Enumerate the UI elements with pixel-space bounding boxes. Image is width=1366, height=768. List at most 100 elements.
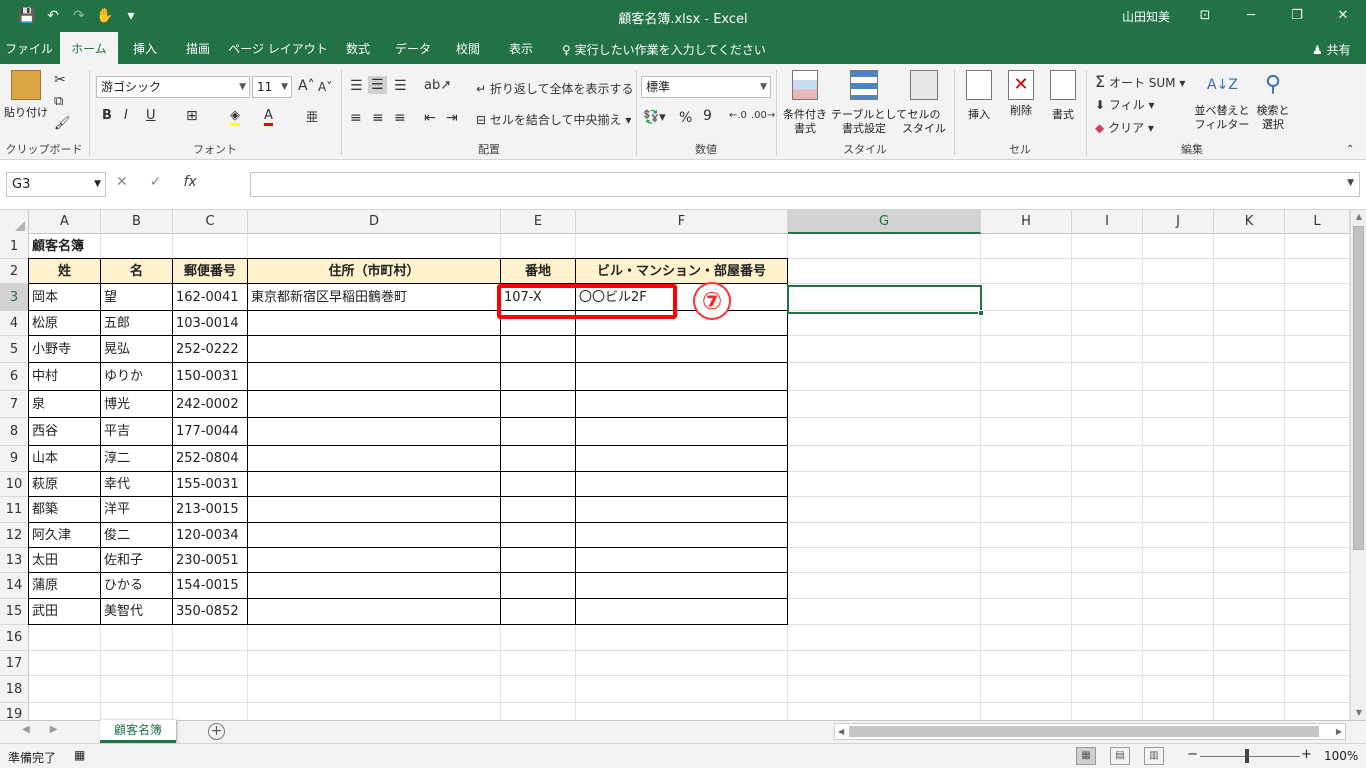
zoom-level[interactable]: 100%	[1324, 749, 1358, 763]
macro-record-icon[interactable]: ▦	[74, 748, 85, 762]
column-header-h[interactable]: H	[981, 210, 1072, 234]
grid-cell[interactable]	[1285, 523, 1350, 548]
table-cell[interactable]	[575, 445, 788, 472]
orientation-icon[interactable]: ab↗	[424, 78, 451, 93]
grid-cell[interactable]	[981, 497, 1072, 523]
grid-cell[interactable]	[1285, 234, 1350, 259]
grid-cell[interactable]	[1072, 311, 1143, 336]
table-cell[interactable]: 松原	[28, 310, 101, 336]
delete-cells-button[interactable]: ✕ 削除	[1001, 70, 1041, 118]
grid-cell[interactable]	[1072, 363, 1143, 391]
number-format-combo[interactable]: 標準 ▼	[641, 76, 771, 98]
grid-cell[interactable]	[29, 651, 101, 676]
row-header-8[interactable]: 8	[0, 418, 29, 446]
grid-cell[interactable]	[981, 625, 1072, 651]
grid-cell[interactable]	[1072, 418, 1143, 446]
grid-cell[interactable]	[1143, 363, 1214, 391]
grid-cell[interactable]	[501, 234, 576, 259]
sheet-tab-active[interactable]: 顧客名簿	[100, 720, 176, 743]
grid-cell[interactable]	[788, 472, 981, 497]
grid-cell[interactable]	[788, 336, 981, 363]
table-cell[interactable]: 小野寺	[28, 335, 101, 363]
row-header-14[interactable]: 14	[0, 573, 29, 599]
grid-cell[interactable]	[1072, 446, 1143, 472]
table-cell[interactable]: 都築	[28, 496, 101, 523]
row-header-6[interactable]: 6	[0, 363, 29, 391]
user-name[interactable]: 山田知美	[1122, 8, 1170, 25]
grid-cell[interactable]	[1285, 284, 1350, 311]
share-button[interactable]: ♟ 共有	[1312, 41, 1351, 58]
sheet-title-cell[interactable]: 顧客名簿	[29, 234, 101, 259]
grid-cell[interactable]	[1214, 391, 1285, 418]
table-cell[interactable]	[500, 547, 576, 573]
row-header-11[interactable]: 11	[0, 497, 29, 523]
grid-cell[interactable]	[1285, 311, 1350, 336]
table-cell[interactable]	[500, 417, 576, 446]
row-header-19[interactable]: 19	[0, 703, 29, 720]
grid-cell[interactable]	[788, 311, 981, 336]
table-cell[interactable]: 平吉	[100, 417, 173, 446]
row-header-18[interactable]: 18	[0, 676, 29, 703]
grid-cell[interactable]	[1072, 651, 1143, 676]
table-cell[interactable]	[247, 310, 501, 336]
font-color-icon[interactable]: A	[264, 108, 273, 126]
grid-cell[interactable]	[981, 703, 1072, 720]
grid-cell[interactable]	[1143, 651, 1214, 676]
grid-cell[interactable]	[981, 676, 1072, 703]
grid-cell[interactable]	[1214, 284, 1285, 311]
table-cell[interactable]: 西谷	[28, 417, 101, 446]
grid-cell[interactable]	[981, 311, 1072, 336]
grid-cell[interactable]	[788, 234, 981, 259]
grid-cell[interactable]	[101, 625, 173, 651]
comma-style-button[interactable]: 9	[703, 108, 712, 124]
grid-cell[interactable]	[1072, 523, 1143, 548]
align-bottom-icon[interactable]: ☰	[394, 78, 407, 94]
grid-cell[interactable]	[1072, 234, 1143, 259]
table-cell[interactable]: 阿久津	[28, 522, 101, 548]
grid-cell[interactable]	[1143, 497, 1214, 523]
grid-cell[interactable]	[1214, 446, 1285, 472]
scroll-thumb[interactable]	[849, 726, 1319, 737]
horizontal-scrollbar[interactable]: ◀ ▶	[834, 723, 1346, 740]
grid-cell[interactable]	[1143, 336, 1214, 363]
grid-cell[interactable]	[1143, 625, 1214, 651]
cell-styles-button[interactable]: セルの スタイル	[899, 70, 949, 136]
grid-cell[interactable]	[1072, 497, 1143, 523]
ribbon-display-icon[interactable]: ⊡	[1182, 0, 1228, 32]
grid-cell[interactable]	[1143, 523, 1214, 548]
sort-filter-button[interactable]: A↓Z 並べ替えと フィルター	[1193, 70, 1251, 132]
grid-cell[interactable]	[981, 523, 1072, 548]
grid-cell[interactable]	[1143, 234, 1214, 259]
table-cell[interactable]	[500, 362, 576, 391]
grid-cell[interactable]	[1214, 418, 1285, 446]
grid-cell[interactable]	[173, 625, 248, 651]
cancel-icon[interactable]: ✕	[116, 174, 128, 190]
column-header-i[interactable]: I	[1072, 210, 1143, 234]
zoom-out-button[interactable]: −	[1187, 747, 1198, 762]
column-header-b[interactable]: B	[101, 210, 173, 234]
align-right-icon[interactable]: ≡	[394, 110, 406, 126]
scroll-thumb[interactable]	[1353, 226, 1364, 550]
table-cell[interactable]	[500, 572, 576, 599]
column-header-k[interactable]: K	[1214, 210, 1285, 234]
table-cell[interactable]	[247, 572, 501, 599]
format-cells-button[interactable]: 書式	[1043, 70, 1083, 122]
table-header-cell[interactable]: 姓	[28, 258, 101, 284]
tab-file[interactable]: ファイル	[0, 32, 58, 64]
table-cell[interactable]	[247, 335, 501, 363]
grid-cell[interactable]	[173, 703, 248, 720]
table-cell[interactable]: 洋平	[100, 496, 173, 523]
grid-cell[interactable]	[1285, 703, 1350, 720]
decrease-font-icon[interactable]: A˅	[318, 80, 332, 94]
sheet-nav-arrows[interactable]: ◀▶	[22, 724, 77, 735]
font-size-combo[interactable]: 11 ▼	[252, 76, 292, 98]
fill-button[interactable]: ⬇ フィル ▾	[1095, 96, 1155, 113]
table-cell[interactable]: 望	[100, 283, 173, 311]
grid-cell[interactable]	[981, 472, 1072, 497]
borders-icon[interactable]: ⊞	[186, 108, 198, 124]
row-header-7[interactable]: 7	[0, 391, 29, 418]
grid-cell[interactable]	[981, 259, 1072, 284]
row-header-12[interactable]: 12	[0, 523, 29, 548]
scroll-left-icon[interactable]: ◀	[838, 724, 844, 739]
grid-cell[interactable]	[1072, 336, 1143, 363]
